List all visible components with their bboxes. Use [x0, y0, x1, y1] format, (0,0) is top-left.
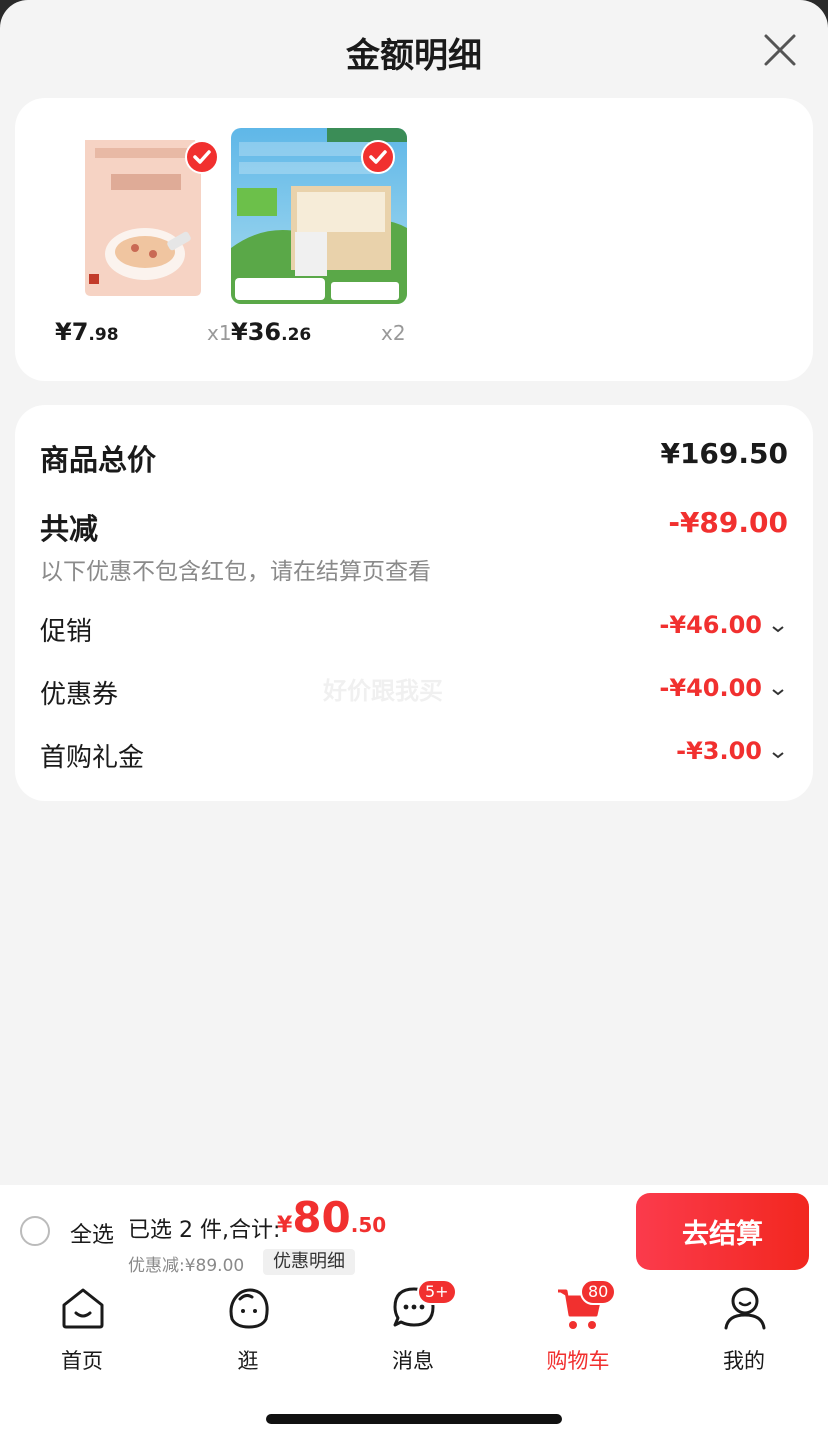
- browse-icon: [229, 1288, 269, 1329]
- product-item[interactable]: ¥36.26 x2: [231, 128, 421, 358]
- chevron-down-icon: [772, 752, 784, 759]
- amount-detail-sheet: 金额明细 ¥7.98 x1 ¥36.26 x2 商品总价 ¥169.50 共减 …: [0, 0, 828, 1439]
- promotion-row[interactable]: 促销 -¥46.00: [40, 611, 788, 647]
- tab-label: 我的: [723, 1349, 765, 1373]
- sheet-title: 金额明细: [346, 36, 482, 76]
- tab-label: 消息: [392, 1349, 434, 1373]
- product-price: ¥36.26: [231, 318, 312, 346]
- tab-label: 首页: [61, 1349, 103, 1373]
- chevron-down-icon: [772, 626, 784, 633]
- reduction-row: 共减 -¥89.00: [40, 506, 788, 546]
- first-purchase-gift-label: 首购礼金: [40, 743, 145, 773]
- coupon-value: -¥40.00: [659, 674, 762, 702]
- total-amount: ¥80.50: [277, 1193, 387, 1242]
- product-price: ¥7.98: [55, 318, 119, 346]
- subtotal-value: ¥169.50: [660, 437, 788, 470]
- cart-badge: 80: [580, 1279, 617, 1305]
- tab-cart[interactable]: 80 购物车: [518, 1279, 638, 1375]
- tab-label: 逛: [237, 1349, 259, 1373]
- products-card: ¥7.98 x1 ¥36.26 x2: [15, 98, 813, 381]
- home-icon: [62, 1288, 104, 1329]
- home-indicator: [266, 1414, 562, 1424]
- discount-text: 优惠减:¥89.00: [128, 1256, 245, 1276]
- tab-browse[interactable]: 逛: [188, 1285, 308, 1375]
- tab-profile[interactable]: 我的: [684, 1285, 804, 1375]
- summary-card: 商品总价 ¥169.50 共减 -¥89.00 以下优惠不包含红包，请在结算页查…: [15, 405, 813, 801]
- discount-note: 以下优惠不包含红包，请在结算页查看: [40, 559, 431, 585]
- selected-count-text: 已选 2 件,合计:: [128, 1218, 281, 1243]
- profile-icon: [724, 1287, 766, 1330]
- first-purchase-gift-row[interactable]: 首购礼金 -¥3.00: [40, 737, 788, 773]
- product-item[interactable]: ¥7.98 x1: [55, 128, 245, 358]
- bottom-tabbar: 首页 逛 5+ 消息 80 购物车 我的: [0, 1277, 828, 1439]
- select-all-radio[interactable]: [20, 1216, 50, 1246]
- tab-home[interactable]: 首页: [22, 1285, 142, 1375]
- close-icon: [764, 34, 796, 66]
- selected-check-icon[interactable]: [361, 140, 395, 174]
- selected-check-icon[interactable]: [185, 140, 219, 174]
- checkout-button[interactable]: 去结算: [636, 1193, 809, 1270]
- reduction-value: -¥89.00: [668, 506, 788, 539]
- checkout-bar: 全选 已选 2 件,合计: ¥80.50 优惠减:¥89.00 优惠明细 去结算: [0, 1185, 828, 1277]
- discount-detail-button[interactable]: 优惠明细: [263, 1249, 355, 1275]
- watermark: 好价跟我买: [323, 677, 443, 705]
- subtotal-label: 商品总价: [40, 443, 157, 477]
- sheet-header: 金额明细: [0, 0, 828, 100]
- tab-messages[interactable]: 5+ 消息: [353, 1279, 473, 1375]
- product-quantity: x1: [207, 321, 232, 345]
- first-purchase-gift-value: -¥3.00: [676, 737, 762, 765]
- select-all-label[interactable]: 全选: [70, 1217, 114, 1249]
- chevron-down-icon: [772, 689, 784, 696]
- coupon-label: 优惠券: [40, 680, 119, 710]
- message-badge: 5+: [417, 1279, 457, 1305]
- product-quantity: x2: [381, 321, 406, 345]
- subtotal-row: 商品总价 ¥169.50: [40, 437, 788, 477]
- promotion-value: -¥46.00: [659, 611, 762, 639]
- close-button[interactable]: [760, 30, 800, 70]
- tab-label: 购物车: [546, 1349, 610, 1373]
- promotion-label: 促销: [40, 617, 93, 647]
- reduction-label: 共减: [40, 512, 99, 546]
